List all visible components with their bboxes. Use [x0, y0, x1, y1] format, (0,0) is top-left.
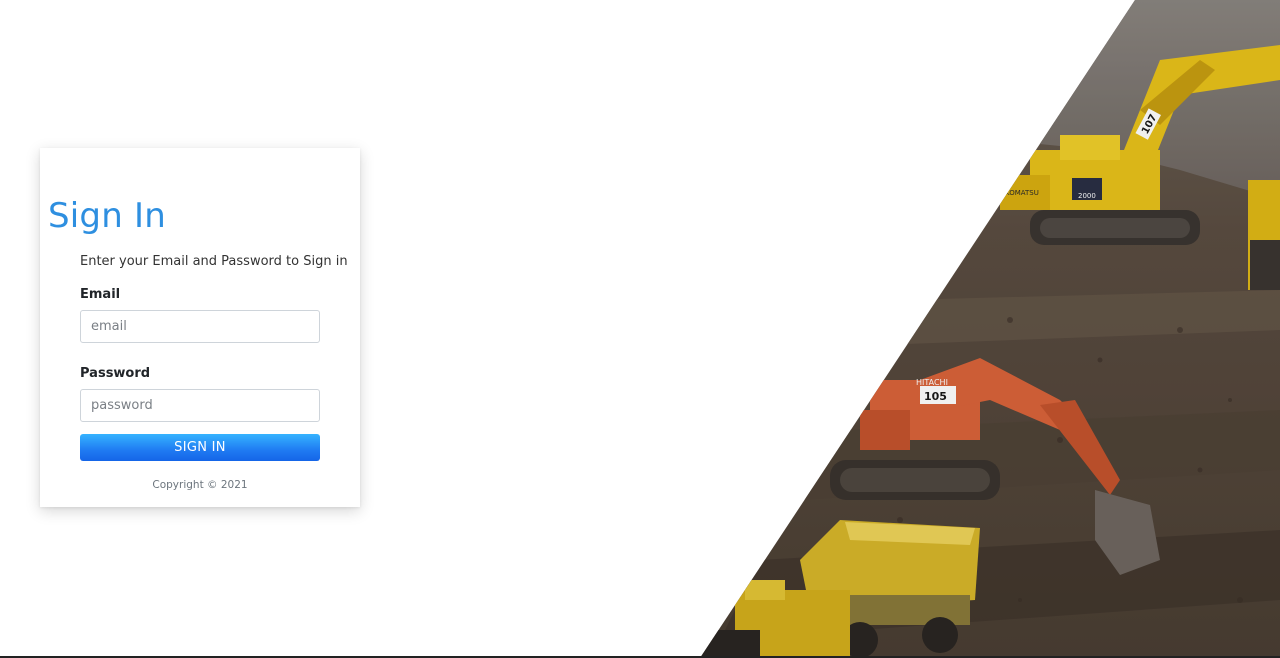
login-page: KOMATSU 2000 107 105 HITACHI Sign In Ent…: [0, 0, 1280, 658]
sign-in-button[interactable]: SIGN IN: [80, 434, 320, 461]
page-title: Sign In: [48, 196, 166, 236]
email-field[interactable]: [80, 310, 320, 343]
email-label: Email: [80, 287, 121, 302]
password-field[interactable]: [80, 389, 320, 422]
copyright-text: Copyright © 2021: [152, 479, 248, 491]
login-instructions: Enter your Email and Password to Sign in: [80, 254, 348, 269]
password-label: Password: [80, 366, 151, 381]
